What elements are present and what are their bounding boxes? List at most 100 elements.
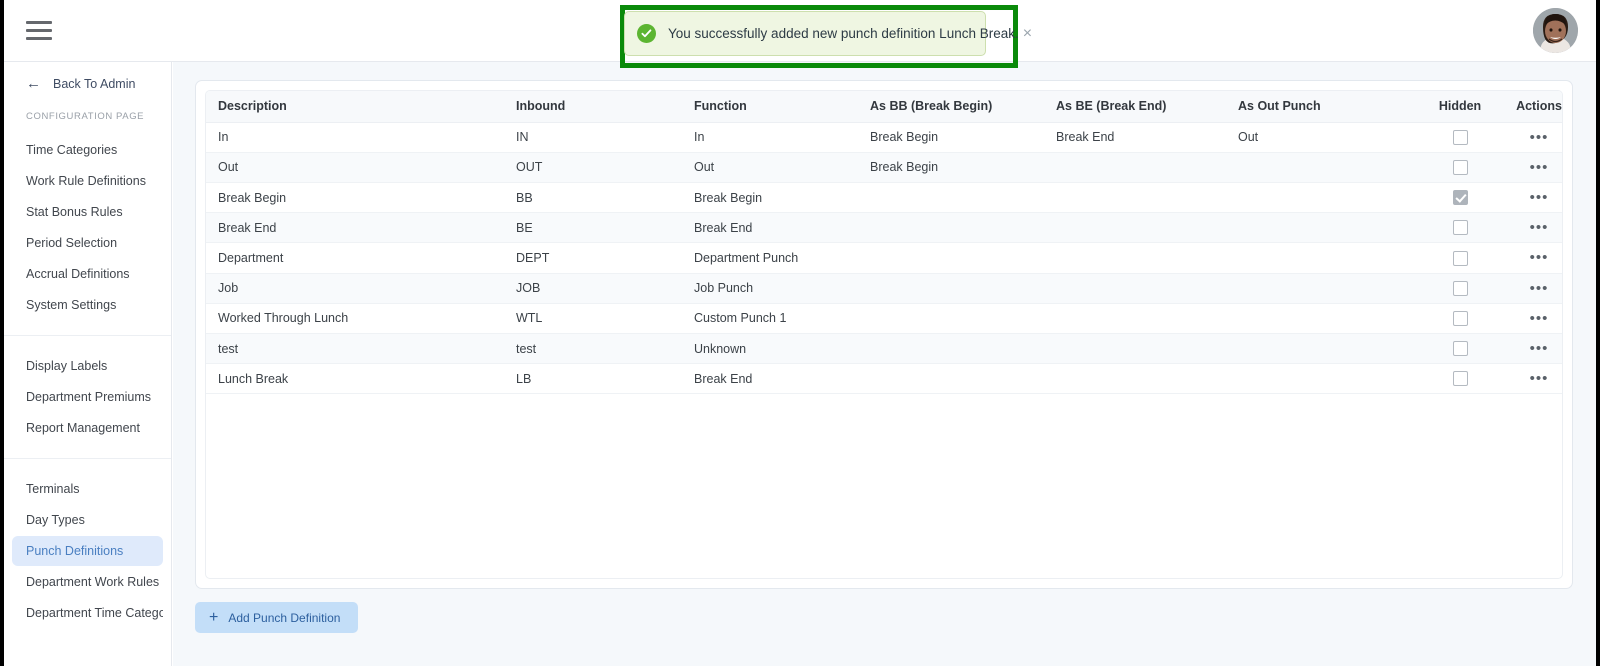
sidebar-item-department-work-rules-filter[interactable]: Department Work Rules Filt... bbox=[12, 567, 163, 597]
column-header-description[interactable]: Description bbox=[206, 91, 506, 123]
cell-function: Break Begin bbox=[684, 182, 860, 214]
cell-description: In bbox=[206, 122, 506, 153]
row-actions-menu-icon[interactable]: ••• bbox=[1530, 371, 1549, 386]
hidden-checkbox[interactable] bbox=[1452, 220, 1468, 236]
cell-hidden bbox=[1418, 363, 1502, 395]
avatar[interactable] bbox=[1533, 8, 1578, 53]
sidebar-group-devices: Terminals Day Types Punch Definitions De… bbox=[4, 458, 171, 643]
cell-hidden bbox=[1418, 273, 1502, 304]
cell-as-out-punch bbox=[1228, 152, 1418, 183]
table-row[interactable]: Worked Through Lunch WTL Custom Punch 1 ••• bbox=[206, 303, 1562, 334]
row-actions-menu-icon[interactable]: ••• bbox=[1530, 130, 1549, 145]
cell-as-be bbox=[1046, 182, 1228, 214]
cell-function: Break End bbox=[684, 363, 860, 395]
sidebar-section-label: CONFIGURATION PAGE bbox=[26, 111, 145, 122]
add-punch-definition-label: Add Punch Definition bbox=[228, 610, 341, 625]
hidden-checkbox[interactable] bbox=[1452, 129, 1468, 145]
hidden-checkbox[interactable] bbox=[1452, 371, 1468, 387]
hidden-checkbox[interactable] bbox=[1452, 310, 1468, 326]
table-row[interactable]: Break End BE Break End ••• bbox=[206, 212, 1562, 244]
back-to-admin-label: Back To Admin bbox=[53, 76, 136, 91]
cell-function: Custom Punch 1 bbox=[684, 303, 860, 334]
table-row[interactable]: Break Begin BB Break Begin ••• bbox=[206, 182, 1562, 214]
sidebar-item-terminals[interactable]: Terminals bbox=[12, 474, 163, 504]
row-actions-menu-icon[interactable]: ••• bbox=[1530, 281, 1549, 296]
cell-as-out-punch bbox=[1228, 363, 1418, 395]
sidebar-item-department-premiums[interactable]: Department Premiums bbox=[12, 382, 163, 412]
hidden-checkbox[interactable] bbox=[1452, 341, 1468, 357]
cell-inbound: BB bbox=[506, 182, 684, 214]
sidebar-item-report-management[interactable]: Report Management bbox=[12, 413, 163, 443]
cell-function: Department Punch bbox=[684, 242, 860, 274]
hidden-checkbox[interactable] bbox=[1452, 159, 1468, 175]
punch-definitions-table: Description Inbound Function As BB (Brea… bbox=[206, 91, 1562, 395]
cell-as-be bbox=[1046, 212, 1228, 244]
column-header-as-out-punch[interactable]: As Out Punch bbox=[1228, 91, 1418, 123]
cell-as-bb bbox=[860, 333, 1046, 365]
hidden-checkbox[interactable] bbox=[1452, 250, 1468, 266]
cell-inbound: DEPT bbox=[506, 242, 684, 274]
cell-inbound: IN bbox=[506, 122, 684, 153]
cell-hidden bbox=[1418, 303, 1502, 334]
sidebar-item-system-settings[interactable]: System Settings bbox=[12, 290, 163, 320]
column-header-hidden[interactable]: Hidden bbox=[1418, 91, 1502, 123]
cell-description: test bbox=[206, 333, 506, 365]
sidebar-item-department-time-category[interactable]: Department Time Category ... bbox=[12, 598, 163, 628]
column-header-inbound[interactable]: Inbound bbox=[506, 91, 684, 123]
row-actions-menu-icon[interactable]: ••• bbox=[1530, 250, 1549, 265]
sidebar-item-stat-bonus-rules[interactable]: Stat Bonus Rules bbox=[12, 197, 163, 227]
close-icon[interactable]: × bbox=[1019, 24, 1036, 44]
arrow-left-icon: ← bbox=[26, 75, 41, 92]
back-to-admin-button[interactable]: ← Back To Admin bbox=[4, 62, 171, 105]
table-row[interactable]: test test Unknown ••• bbox=[206, 333, 1562, 365]
row-actions-menu-icon[interactable]: ••• bbox=[1530, 220, 1549, 235]
hamburger-icon[interactable] bbox=[26, 16, 56, 44]
column-header-as-be[interactable]: As BE (Break End) bbox=[1046, 91, 1228, 123]
sidebar-item-time-categories[interactable]: Time Categories bbox=[12, 135, 163, 165]
table-row[interactable]: Job JOB Job Punch ••• bbox=[206, 273, 1562, 304]
sidebar-item-punch-definitions[interactable]: Punch Definitions bbox=[12, 536, 163, 566]
table-row[interactable]: Department DEPT Department Punch ••• bbox=[206, 242, 1562, 274]
column-header-as-bb[interactable]: As BB (Break Begin) bbox=[860, 91, 1046, 123]
table-header-row: Description Inbound Function As BB (Brea… bbox=[206, 91, 1562, 123]
cell-function: Out bbox=[684, 152, 860, 183]
column-header-actions[interactable]: Actions bbox=[1502, 91, 1562, 123]
hidden-checkbox[interactable] bbox=[1452, 280, 1468, 296]
sidebar-item-work-rule-definitions[interactable]: Work Rule Definitions bbox=[12, 166, 163, 196]
sidebar-group-configuration: Time Categories Work Rule Definitions St… bbox=[4, 132, 171, 335]
cell-actions: ••• bbox=[1502, 273, 1562, 304]
cell-as-bb bbox=[860, 212, 1046, 244]
cell-hidden bbox=[1418, 182, 1502, 214]
sidebar-item-day-types[interactable]: Day Types bbox=[12, 505, 163, 535]
cell-as-bb bbox=[860, 363, 1046, 395]
sidebar-item-accrual-definitions[interactable]: Accrual Definitions bbox=[12, 259, 163, 289]
cell-as-be bbox=[1046, 273, 1228, 304]
cell-as-out-punch bbox=[1228, 303, 1418, 334]
cell-as-out-punch bbox=[1228, 273, 1418, 304]
row-actions-menu-icon[interactable]: ••• bbox=[1530, 341, 1549, 356]
cell-hidden bbox=[1418, 122, 1502, 153]
cell-actions: ••• bbox=[1502, 152, 1562, 183]
row-actions-menu-icon[interactable]: ••• bbox=[1530, 190, 1549, 205]
add-punch-definition-button[interactable]: + Add Punch Definition bbox=[195, 602, 359, 633]
cell-as-bb bbox=[860, 242, 1046, 274]
cell-hidden bbox=[1418, 242, 1502, 274]
table-row[interactable]: In IN In Break Begin Break End Out ••• bbox=[206, 122, 1562, 153]
table-row[interactable]: Lunch Break LB Break End ••• bbox=[206, 363, 1562, 395]
row-actions-menu-icon[interactable]: ••• bbox=[1530, 160, 1549, 175]
column-header-function[interactable]: Function bbox=[684, 91, 860, 123]
row-actions-menu-icon[interactable]: ••• bbox=[1530, 311, 1549, 326]
table-body: In IN In Break Begin Break End Out ••• Out OUT Ou… bbox=[206, 122, 1562, 395]
table-container: Description Inbound Function As BB (Brea… bbox=[205, 90, 1563, 579]
cell-description: Job bbox=[206, 273, 506, 304]
cell-as-be bbox=[1046, 242, 1228, 274]
sidebar-item-display-labels[interactable]: Display Labels bbox=[12, 351, 163, 381]
app-root: You successfully added new punch definit… bbox=[0, 0, 1600, 666]
sidebar: ← Back To Admin CONFIGURATION PAGE Time … bbox=[4, 62, 172, 666]
table-row[interactable]: Out OUT Out Break Begin ••• bbox=[206, 152, 1562, 183]
sidebar-item-period-selection[interactable]: Period Selection bbox=[12, 228, 163, 258]
cell-as-out-punch: Out bbox=[1228, 122, 1418, 153]
hidden-checkbox[interactable] bbox=[1452, 190, 1468, 206]
cell-function: Unknown bbox=[684, 333, 860, 365]
cell-description: Department bbox=[206, 242, 506, 274]
